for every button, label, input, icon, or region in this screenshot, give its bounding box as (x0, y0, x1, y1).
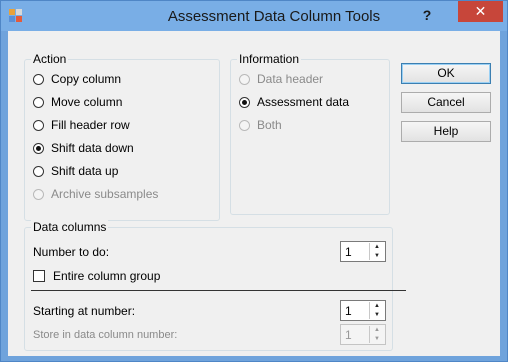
radio-label: Data header (257, 72, 324, 86)
stepper-arrows[interactable]: ▲ ▼ (369, 302, 384, 319)
radio-assessment-data[interactable]: Assessment data (239, 94, 349, 110)
ok-button[interactable]: OK (401, 63, 491, 84)
separator-line (31, 290, 406, 291)
radio-label: Assessment data (257, 95, 350, 109)
radio-shift-data-up[interactable]: Shift data up (33, 163, 118, 179)
radio-label: Both (257, 118, 282, 132)
radio-button[interactable] (33, 165, 44, 177)
radio-button-selected[interactable] (239, 96, 250, 108)
stepper-down-icon: ▼ (374, 336, 380, 342)
radio-copy-column[interactable]: Copy column (33, 71, 121, 87)
radio-button[interactable] (33, 96, 44, 108)
radio-label: Copy column (51, 72, 122, 86)
starting-at-stepper[interactable]: 1 ▲ ▼ (340, 300, 386, 321)
stepper-up-icon: ▲ (374, 327, 380, 333)
help-button[interactable]: Help (401, 121, 491, 142)
number-to-do-stepper[interactable]: 1 ▲ ▼ (340, 241, 386, 262)
radio-fill-header-row[interactable]: Fill header row (33, 117, 130, 133)
stepper-up-icon[interactable]: ▲ (370, 302, 384, 310)
radio-archive-subsamples: Archive subsamples (33, 186, 158, 202)
radio-both: Both (239, 117, 282, 133)
radio-data-header: Data header (239, 71, 323, 87)
stepper-arrows[interactable]: ▲ ▼ (369, 243, 384, 260)
action-group: Action Copy column Move column Fill head… (24, 52, 220, 221)
stepper-down-icon[interactable]: ▼ (370, 252, 384, 260)
starting-at-label: Starting at number: (33, 304, 136, 318)
close-button[interactable]: ✕ (458, 1, 503, 22)
store-in-stepper: 1 ▲ ▼ (340, 324, 386, 345)
dialog-client-area: Action Copy column Move column Fill head… (8, 31, 500, 356)
information-legend: Information (237, 52, 302, 66)
radio-button-disabled (239, 73, 250, 85)
stepper-down-icon[interactable]: ▼ (370, 311, 384, 319)
dialog-window: Assessment Data Column Tools ? ✕ Action … (0, 0, 508, 362)
store-in-value: 1 (345, 328, 352, 342)
number-to-do-value: 1 (345, 245, 352, 259)
radio-shift-data-down[interactable]: Shift data down (33, 140, 134, 156)
entire-column-group-checkbox-row[interactable]: Entire column group (33, 269, 160, 283)
number-to-do-label: Number to do: (33, 245, 110, 259)
data-columns-group: Data columns Number to do: 1 ▲ ▼ Entire … (24, 220, 406, 351)
stepper-up-icon[interactable]: ▲ (370, 243, 384, 251)
radio-button-selected[interactable] (33, 142, 44, 154)
radio-move-column[interactable]: Move column (33, 94, 122, 110)
entire-column-group-checkbox[interactable] (33, 270, 45, 282)
radio-button-disabled (239, 119, 250, 131)
radio-button[interactable] (33, 119, 44, 131)
help-question-icon[interactable]: ? (414, 5, 440, 25)
cancel-button[interactable]: Cancel (401, 92, 491, 113)
stepper-arrows: ▲ ▼ (369, 326, 384, 343)
radio-label: Fill header row (51, 118, 130, 132)
title-bar[interactable]: Assessment Data Column Tools ? ✕ (1, 1, 507, 31)
starting-at-value: 1 (345, 304, 352, 318)
action-legend: Action (31, 52, 69, 66)
radio-label: Shift data up (51, 164, 119, 178)
radio-label: Move column (51, 95, 123, 109)
store-in-label: Store in data column number: (33, 329, 178, 341)
information-group: Information Data header Assessment data … (230, 52, 390, 215)
entire-column-group-label: Entire column group (53, 269, 161, 283)
data-columns-legend: Data columns (31, 220, 109, 234)
radio-button[interactable] (33, 73, 44, 85)
radio-label: Shift data down (51, 141, 134, 155)
radio-button-disabled (33, 188, 44, 200)
radio-label: Archive subsamples (51, 187, 159, 201)
